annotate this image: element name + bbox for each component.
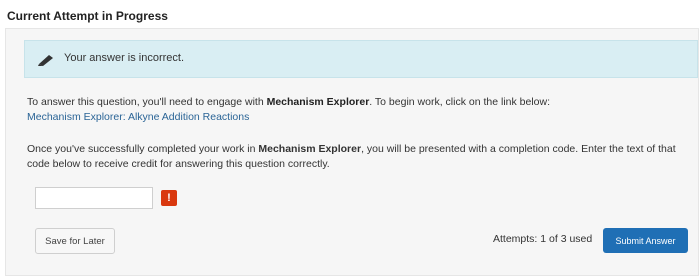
- attempts-counter: Attempts: 1 of 3 used: [493, 233, 593, 245]
- instruction-text-1: To answer this question, you'll need to …: [27, 96, 267, 108]
- save-for-later-button[interactable]: Save for Later: [35, 228, 115, 254]
- feedback-text: Your answer is incorrect.: [64, 52, 185, 64]
- completion-text-1: Once you've successfully completed your …: [27, 143, 259, 155]
- instruction-paragraph: To answer this question, you'll need to …: [27, 96, 550, 108]
- page-title: Current Attempt in Progress: [7, 9, 168, 23]
- completion-code-paragraph: Once you've successfully completed your …: [27, 142, 687, 172]
- instruction-bold-1: Mechanism Explorer: [266, 96, 370, 108]
- completion-bold: Mechanism Explorer: [258, 143, 362, 155]
- submit-answer-button[interactable]: Submit Answer: [603, 228, 688, 253]
- instruction-text-2: . To begin work, click on the link below…: [369, 96, 551, 108]
- completion-code-input[interactable]: [35, 187, 153, 209]
- exclamation-icon: !: [161, 190, 177, 206]
- feedback-alert: Your answer is incorrect.: [24, 40, 698, 78]
- pencil-icon: [38, 53, 54, 66]
- mechanism-explorer-link[interactable]: Mechanism Explorer: Alkyne Addition Reac…: [27, 111, 249, 123]
